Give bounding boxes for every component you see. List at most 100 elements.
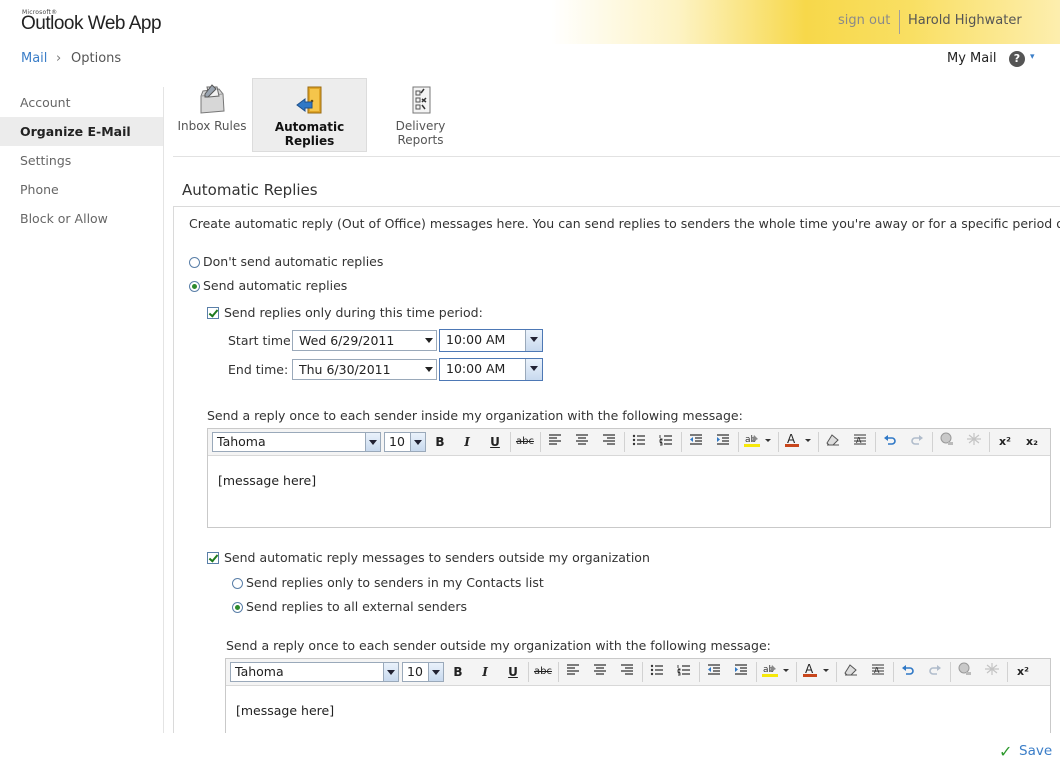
dropdown-button-icon[interactable] <box>410 433 425 451</box>
start-time-label: Start time: <box>228 333 295 348</box>
highlight-color-icon[interactable]: ab <box>760 662 792 682</box>
superscript-button[interactable]: x² <box>994 432 1016 452</box>
nav-item-organize-email[interactable]: Organize E-Mail <box>0 117 163 146</box>
checkbox[interactable] <box>207 552 219 564</box>
nav-item-phone[interactable]: Phone <box>0 175 163 204</box>
clear-formatting-icon[interactable] <box>840 662 862 682</box>
font-select[interactable]: Tahoma <box>230 662 399 682</box>
paragraph-format-icon[interactable]: A <box>867 662 889 682</box>
italic-button[interactable]: I <box>474 662 496 682</box>
superscript-button[interactable]: x² <box>1012 662 1034 682</box>
svg-text:A: A <box>805 662 814 676</box>
dropdown-button-icon[interactable] <box>525 359 542 380</box>
redo-icon[interactable] <box>924 662 946 682</box>
nav-item-settings[interactable]: Settings <box>0 146 163 175</box>
insert-link-icon[interactable] <box>936 432 958 452</box>
radio-button[interactable] <box>232 602 243 613</box>
redo-icon[interactable] <box>906 432 928 452</box>
inside-message-body[interactable]: [message here] <box>218 473 316 488</box>
undo-icon[interactable] <box>897 662 919 682</box>
start-time-combo[interactable]: 10:00 AM <box>439 329 543 352</box>
dropdown-button-icon[interactable] <box>383 663 398 681</box>
italic-button[interactable]: I <box>456 432 478 452</box>
bullet-list-icon[interactable] <box>628 432 650 452</box>
toolbar-separator <box>681 432 682 452</box>
save-check-icon[interactable]: ✓ <box>999 742 1012 761</box>
sign-out-link[interactable]: sign out <box>838 13 890 28</box>
numbered-list-icon[interactable] <box>673 662 695 682</box>
toolbar-separator <box>540 432 541 452</box>
outside-message-body[interactable]: [message here] <box>236 703 334 718</box>
clear-formatting-icon[interactable] <box>822 432 844 452</box>
end-date-value: Thu 6/30/2011 <box>299 362 391 377</box>
checkbox[interactable] <box>207 307 219 319</box>
toolbar-separator <box>875 432 876 452</box>
decrease-indent-icon[interactable] <box>685 432 707 452</box>
tab-delivery-reports[interactable]: Delivery Reports <box>374 78 467 152</box>
bullet-list-icon[interactable] <box>646 662 668 682</box>
remove-link-icon[interactable] <box>981 662 1003 682</box>
strikethrough-button[interactable]: abc <box>532 662 554 682</box>
outside-message-editor[interactable]: Tahoma 10 B I U abc ab A A x² [message h… <box>225 658 1051 733</box>
font-size-select[interactable]: 10 <box>384 432 426 452</box>
align-right-icon[interactable] <box>598 432 620 452</box>
decrease-indent-icon[interactable] <box>703 662 725 682</box>
send-radio[interactable]: Send automatic replies <box>189 278 347 293</box>
contacts-only-radio[interactable]: Send replies only to senders in my Conta… <box>232 575 544 590</box>
align-right-icon[interactable] <box>616 662 638 682</box>
start-date-select[interactable]: Wed 6/29/2011 <box>292 330 437 351</box>
breadcrumb-mail[interactable]: Mail <box>21 51 47 66</box>
outside-org-checkbox[interactable]: Send automatic reply messages to senders… <box>207 550 650 565</box>
align-center-icon[interactable] <box>589 662 611 682</box>
contacts-only-label: Send replies only to senders in my Conta… <box>246 575 544 590</box>
page-title: Automatic Replies <box>182 181 318 199</box>
subscript-button[interactable]: x₂ <box>1021 432 1043 452</box>
remove-link-icon[interactable] <box>963 432 985 452</box>
end-time-combo[interactable]: 10:00 AM <box>439 358 543 381</box>
toolbar-separator <box>699 662 700 682</box>
font-color-icon[interactable]: A <box>800 662 832 682</box>
breadcrumb-options: Options <box>71 51 122 66</box>
time-period-checkbox[interactable]: Send replies only during this time perio… <box>207 305 483 320</box>
font-size-select[interactable]: 10 <box>402 662 444 682</box>
align-left-icon[interactable] <box>544 432 566 452</box>
toolbar-separator <box>510 432 511 452</box>
font-color-icon[interactable]: A <box>782 432 814 452</box>
tab-automatic-replies[interactable]: Automatic Replies <box>252 78 367 152</box>
radio-button[interactable] <box>189 281 200 292</box>
nav-item-account[interactable]: Account <box>0 88 163 117</box>
increase-indent-icon[interactable] <box>712 432 734 452</box>
dropdown-button-icon[interactable] <box>365 433 380 451</box>
font-select[interactable]: Tahoma <box>212 432 381 452</box>
time-period-label: Send replies only during this time perio… <box>224 305 483 320</box>
user-name[interactable]: Harold Highwater <box>908 13 1022 28</box>
paragraph-format-icon[interactable]: A <box>849 432 871 452</box>
toolbar-separator <box>1007 662 1008 682</box>
align-left-icon[interactable] <box>562 662 584 682</box>
align-center-icon[interactable] <box>571 432 593 452</box>
numbered-list-icon[interactable] <box>655 432 677 452</box>
tab-inbox-rules[interactable]: Inbox Rules <box>175 78 249 152</box>
bold-button[interactable]: B <box>447 662 469 682</box>
inside-message-editor[interactable]: Tahoma 10 B I U abc ab A A x² x₂ [messag… <box>207 428 1051 528</box>
insert-link-icon[interactable] <box>954 662 976 682</box>
bold-button[interactable]: B <box>429 432 451 452</box>
strikethrough-button[interactable]: abc <box>514 432 536 452</box>
radio-button[interactable] <box>189 257 200 268</box>
nav-item-block-or-allow[interactable]: Block or Allow <box>0 204 163 233</box>
underline-button[interactable]: U <box>484 432 506 452</box>
dont-send-radio[interactable]: Don't send automatic replies <box>189 254 383 269</box>
dropdown-button-icon[interactable] <box>428 663 443 681</box>
dropdown-button-icon[interactable] <box>525 330 542 351</box>
increase-indent-icon[interactable] <box>730 662 752 682</box>
underline-button[interactable]: U <box>502 662 524 682</box>
save-button[interactable]: Save <box>1019 743 1052 759</box>
my-mail-link[interactable]: My Mail <box>947 51 996 66</box>
help-dropdown-caret-icon[interactable]: ▾ <box>1030 52 1035 62</box>
undo-icon[interactable] <box>879 432 901 452</box>
end-date-select[interactable]: Thu 6/30/2011 <box>292 359 437 380</box>
help-icon[interactable]: ? <box>1009 51 1025 67</box>
highlight-color-icon[interactable]: ab <box>742 432 774 452</box>
all-external-radio[interactable]: Send replies to all external senders <box>232 599 467 614</box>
radio-button[interactable] <box>232 578 243 589</box>
